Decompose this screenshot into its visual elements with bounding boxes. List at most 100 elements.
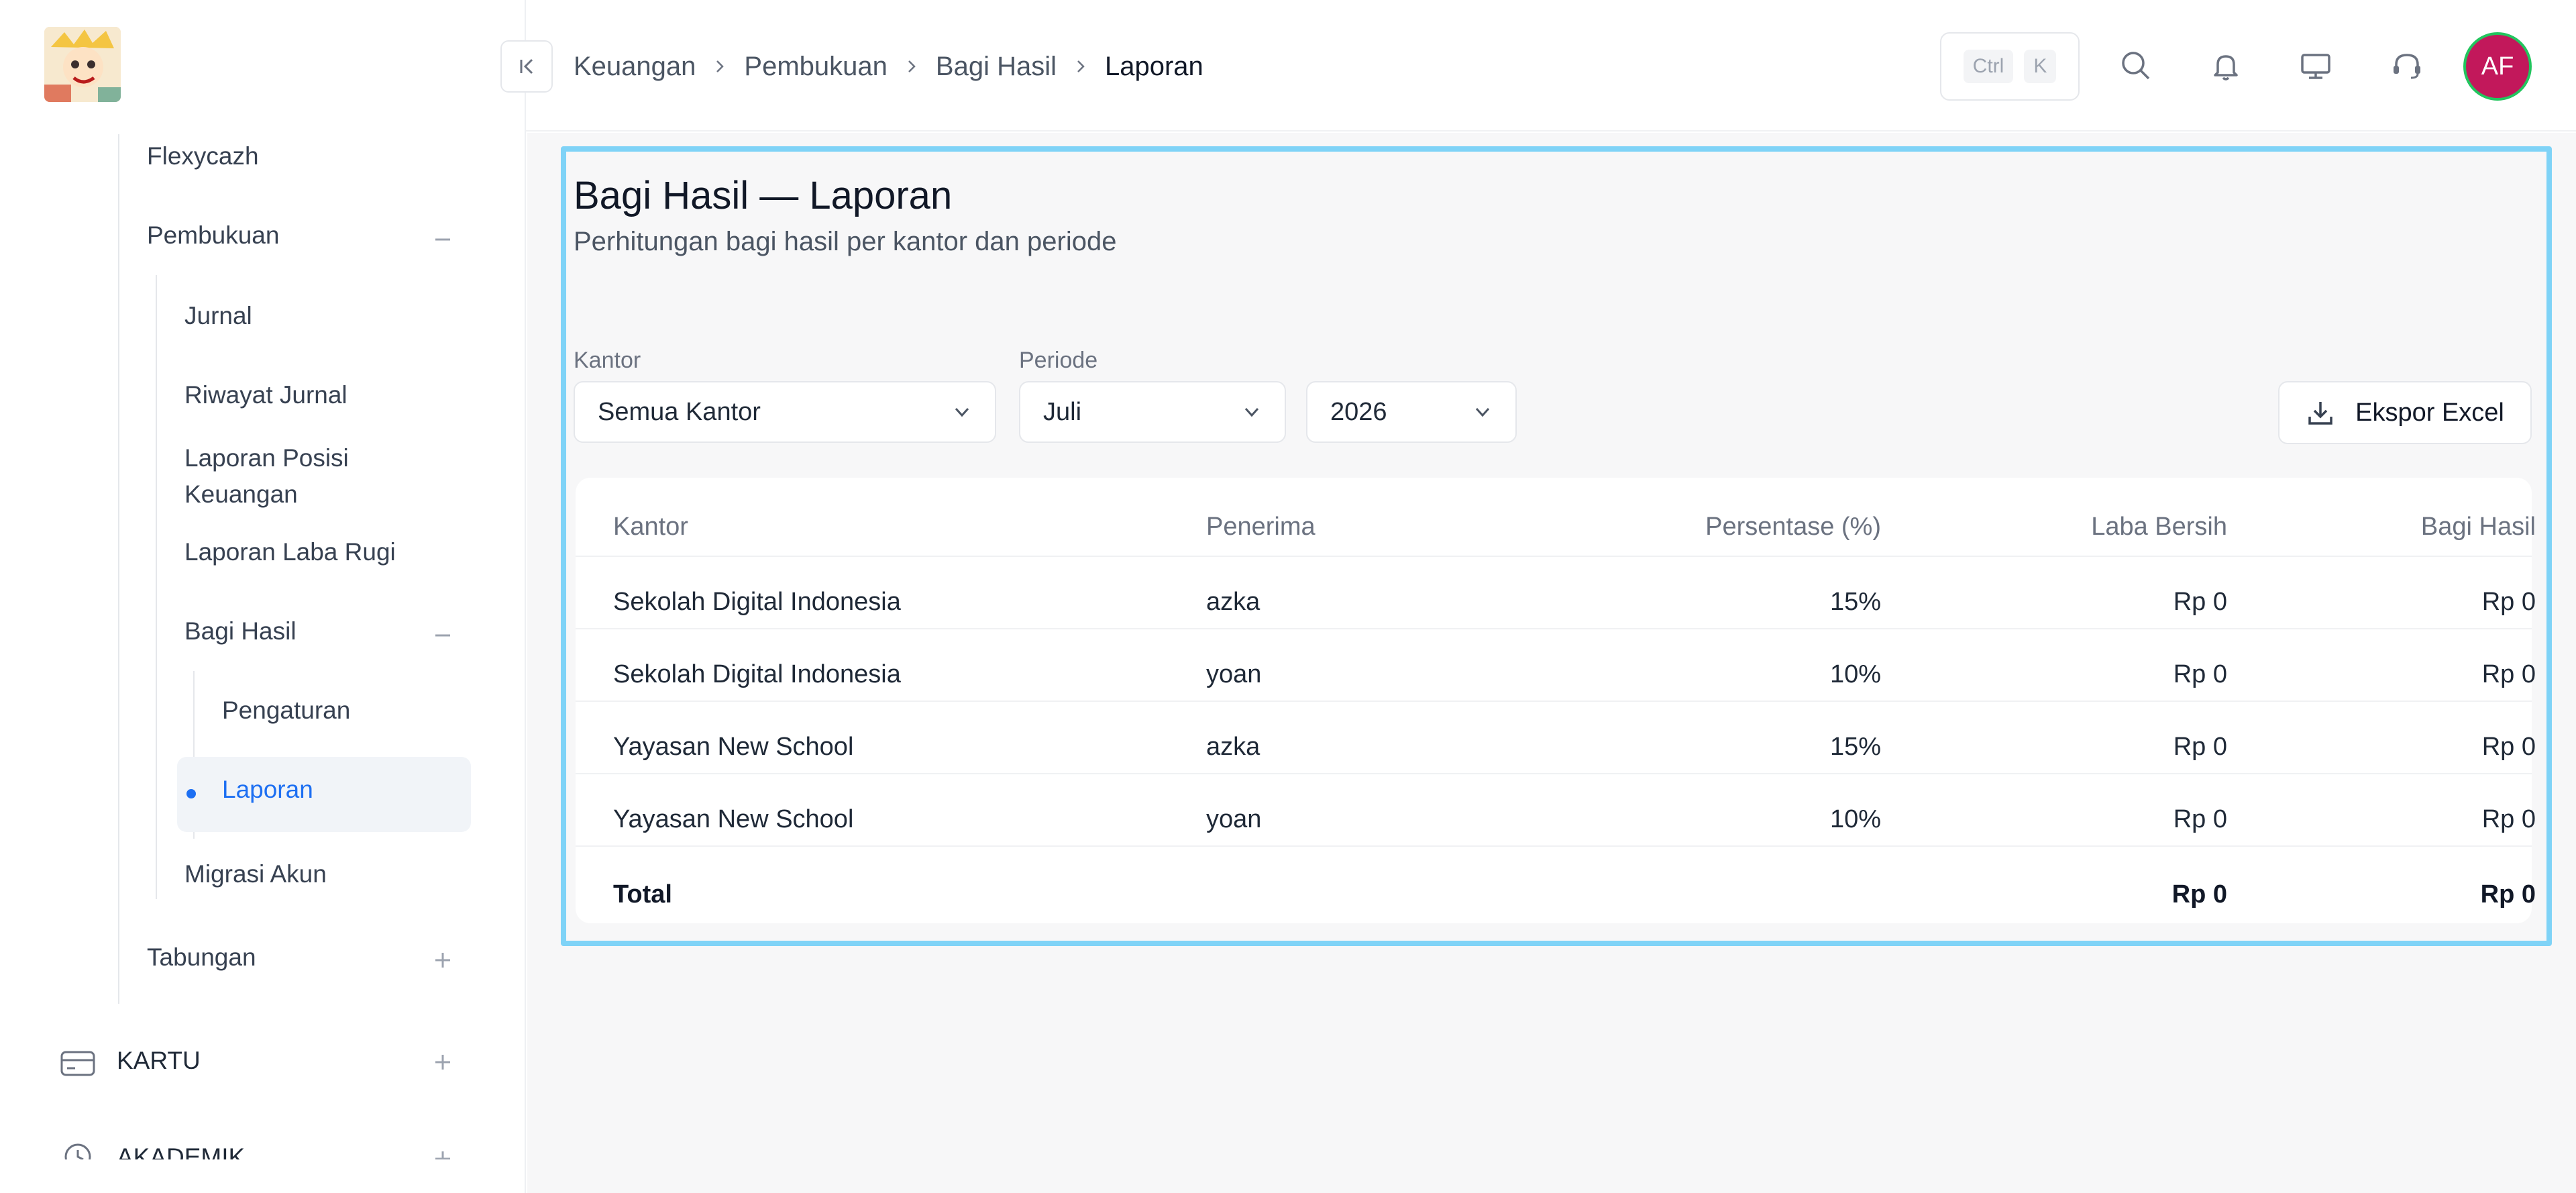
column-header-persentase[interactable]: Persentase (%) (1515, 513, 1881, 541)
headset-support-icon[interactable] (2385, 44, 2428, 87)
table-cell-persentase: 10% (1829, 660, 1881, 688)
column-header-laba-bersih[interactable]: Laba Bersih (1890, 513, 2227, 541)
sidebar-item-laporan-posisi-keuangan[interactable]: Laporan Posisi Keuangan (184, 440, 399, 513)
sidebar-item-label: Migrasi Akun (184, 860, 327, 888)
table-cell-kantor: Yayasan New School (613, 805, 854, 833)
sidebar-item-bagi-hasil[interactable]: Bagi Hasil (184, 617, 297, 645)
tahun-select[interactable]: 2026 (1306, 381, 1517, 443)
table-cell-laba-bersih: Rp 0 (2173, 733, 2227, 761)
row-divider (576, 628, 2532, 629)
sidebar-item-label: Flexycazh (147, 142, 259, 170)
breadcrumb-item[interactable]: Bagi Hasil (936, 52, 1057, 82)
sidebar-item-laporan-active[interactable] (177, 757, 471, 832)
table-cell-kantor: Yayasan New School (613, 733, 854, 761)
column-header-bagi-hasil[interactable]: Bagi Hasil (2239, 513, 2536, 541)
sidebar-item-label: Bagi Hasil (184, 617, 297, 645)
sidebar-item-label: Pengaturan (222, 696, 351, 724)
sidebar-item-label: Laporan Laba Rugi (184, 538, 396, 566)
row-divider (576, 773, 2532, 774)
table-cell-persentase: 15% (1829, 588, 1881, 616)
table-cell-laba-bersih: Rp 0 (2173, 805, 2227, 833)
sidebar-item-label: Laporan Posisi Keuangan (184, 444, 349, 508)
table-cell-bagi-hasil: Rp 0 (2481, 805, 2536, 833)
row-divider (576, 701, 2532, 702)
table-cell-penerima: yoan (1206, 660, 1262, 688)
tahun-select-value: 2026 (1330, 397, 1387, 426)
card-icon (59, 1047, 97, 1079)
chevron-right-icon (712, 58, 728, 74)
row-divider (576, 556, 2532, 557)
kantor-select-value: Semua Kantor (598, 397, 761, 426)
row-divider (576, 845, 2532, 847)
table-total-label: Total (613, 880, 672, 909)
collapse-left-icon (520, 58, 533, 74)
table-cell-kantor: Sekolah Digital Indonesia (613, 660, 901, 688)
sidebar-item-tabungan[interactable]: Tabungan (147, 943, 256, 972)
sidebar-item-migrasi-akun[interactable]: Migrasi Akun (184, 860, 327, 888)
table-cell-penerima: azka (1206, 733, 1260, 761)
table-cell-bagi-hasil: Rp 0 (2481, 588, 2536, 616)
table-cell-kantor: Sekolah Digital Indonesia (613, 588, 901, 616)
page-subtitle: Perhitungan bagi hasil per kantor dan pe… (574, 227, 1117, 256)
chevron-down-icon (955, 407, 969, 417)
export-excel-label: Ekspor Excel (2355, 398, 2504, 427)
expand-plus-icon[interactable] (433, 950, 453, 970)
app-logo[interactable] (44, 27, 121, 102)
table-cell-bagi-hasil: Rp 0 (2481, 733, 2536, 761)
column-header-kantor[interactable]: Kantor (613, 513, 688, 541)
sidebar-item-label: Pembukuan (147, 221, 280, 249)
bell-icon[interactable] (2204, 44, 2247, 87)
column-header-penerima[interactable]: Penerima (1206, 513, 1316, 541)
table-total-bagi-hasil: Rp 0 (2480, 880, 2536, 909)
sidebar-item-riwayat-jurnal[interactable]: Riwayat Jurnal (184, 381, 347, 409)
search-icon[interactable] (2114, 44, 2157, 87)
tree-line (118, 134, 119, 1004)
breadcrumb: Keuangan Pembukuan Bagi Hasil Laporan (574, 48, 1203, 85)
sidebar-item-label: Laporan (222, 776, 313, 803)
bulan-select-value: Juli (1043, 397, 1082, 426)
collapse-sidebar-button[interactable] (500, 40, 553, 93)
active-dot-icon (186, 789, 196, 798)
table-cell-persentase: 15% (1829, 733, 1881, 761)
user-avatar[interactable]: AF (2463, 32, 2532, 101)
table-cell-bagi-hasil: Rp 0 (2481, 660, 2536, 688)
table-cell-laba-bersih: Rp 0 (2173, 588, 2227, 616)
sidebar-item-label: KARTU (117, 1047, 201, 1074)
tree-line (156, 275, 157, 899)
sidebar: Flexycazh Pembukuan Jurnal Riwayat Jurna… (0, 0, 526, 1193)
export-excel-button[interactable]: Ekspor Excel (2278, 381, 2532, 444)
sidebar-item-pembukuan[interactable]: Pembukuan (147, 221, 279, 250)
collapse-minus-icon[interactable] (433, 625, 453, 645)
sidebar-item-label: Tabungan (147, 943, 256, 971)
chevron-down-icon (1475, 407, 1490, 417)
monitor-icon[interactable] (2294, 44, 2337, 87)
sidebar-item-jurnal[interactable]: Jurnal (184, 302, 252, 330)
table-cell-penerima: azka (1206, 588, 1260, 616)
download-icon (2308, 402, 2332, 425)
chevron-down-icon (1244, 407, 1259, 417)
breadcrumb-item[interactable]: Keuangan (574, 52, 696, 82)
page-title: Bagi Hasil — Laporan (574, 174, 953, 217)
sidebar-fade (0, 1159, 525, 1193)
kantor-select[interactable]: Semua Kantor (574, 381, 996, 443)
table-total-laba-bersih: Rp 0 (2171, 880, 2227, 909)
bagi-hasil-table: Kantor Penerima Persentase (%) Laba Bers… (576, 478, 2536, 923)
breadcrumb-current: Laporan (1104, 51, 1203, 81)
kbd-ctrl: Ctrl (1963, 50, 2014, 83)
sidebar-item-label: Riwayat Jurnal (184, 381, 347, 409)
breadcrumb-item[interactable]: Pembukuan (744, 52, 887, 82)
table-cell-persentase: 10% (1829, 805, 1881, 833)
expand-plus-icon[interactable] (433, 1052, 453, 1072)
table-cell-laba-bersih: Rp 0 (2173, 660, 2227, 688)
command-palette-shortcut[interactable]: Ctrl K (1940, 32, 2080, 101)
sidebar-item-pengaturan[interactable]: Pengaturan (222, 696, 350, 725)
sidebar-item-laporan-laba-rugi[interactable]: Laporan Laba Rugi (184, 538, 396, 566)
collapse-minus-icon[interactable] (433, 229, 453, 250)
sidebar-item-laporan[interactable]: Laporan (222, 776, 313, 804)
chevron-right-icon (1073, 58, 1089, 74)
sidebar-section-kartu[interactable]: KARTU (117, 1047, 201, 1075)
bulan-select[interactable]: Juli (1019, 381, 1286, 443)
sidebar-item-label: Jurnal (184, 302, 252, 329)
table-cell-penerima: yoan (1206, 805, 1262, 833)
sidebar-item-flexycazh[interactable]: Flexycazh (147, 142, 259, 170)
